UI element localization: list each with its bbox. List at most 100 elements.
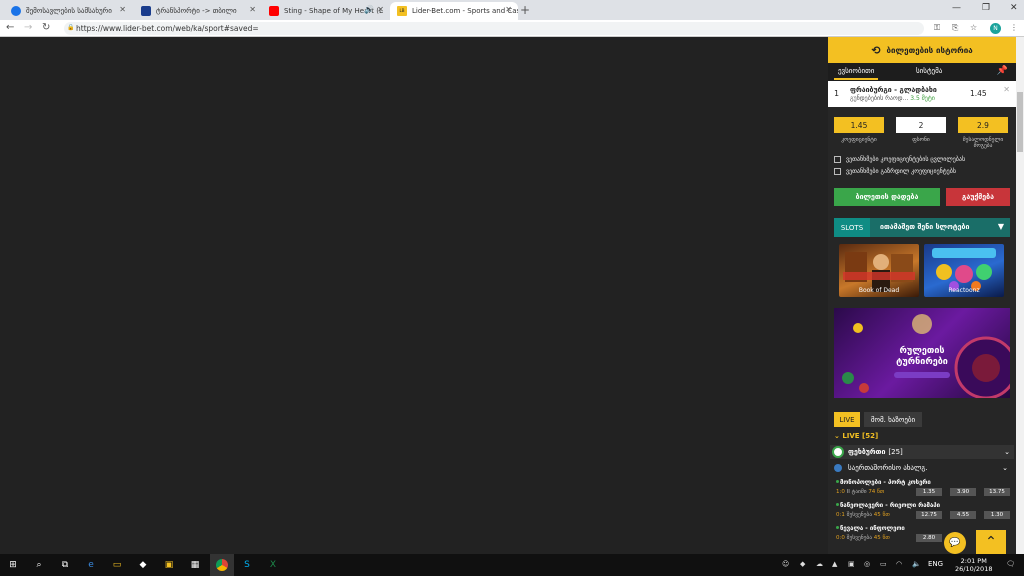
odd-button[interactable]: 4.55 bbox=[950, 511, 976, 519]
place-bet-button[interactable]: ბილეთის დადება bbox=[834, 188, 940, 206]
notification-icon[interactable]: 🗨 bbox=[1006, 560, 1015, 568]
skype-icon[interactable]: S bbox=[240, 558, 254, 572]
address-bar[interactable]: 🔒 https://www.lider-bet.com/web/ka/sport… bbox=[64, 22, 924, 35]
tray-icon[interactable]: ▲ bbox=[832, 560, 837, 568]
live-label: LIVE bbox=[842, 432, 860, 440]
language-indicator[interactable]: ENG bbox=[928, 560, 943, 568]
file-explorer-icon[interactable]: ▭ bbox=[110, 558, 124, 572]
calculator-icon[interactable]: ▦ bbox=[188, 558, 202, 572]
odd-button[interactable]: 1.35 bbox=[916, 488, 942, 496]
close-window-button[interactable]: ✕ bbox=[1010, 3, 1018, 13]
star-icon[interactable]: ☆ bbox=[970, 23, 977, 32]
live-header[interactable]: ⌄ LIVE [52] bbox=[834, 432, 1010, 442]
close-tab-icon[interactable]: ✕ bbox=[249, 5, 256, 14]
app-icon[interactable]: ▣ bbox=[162, 558, 176, 572]
system-clock[interactable]: 2:01 PM 26/10/2018 bbox=[955, 557, 992, 573]
live-dot-icon bbox=[836, 503, 839, 506]
forward-icon[interactable]: → bbox=[24, 22, 32, 33]
search-icon[interactable]: ⌕ bbox=[32, 558, 46, 572]
odd-button[interactable]: 2.80 bbox=[916, 534, 942, 542]
tab-upcoming[interactable]: მომ. ხაზოები bbox=[864, 412, 922, 427]
battery-icon[interactable]: ▭ bbox=[880, 560, 887, 568]
slot-game-tile[interactable]: Book of Dead bbox=[839, 244, 919, 297]
betslip-tabs: ევსიობითი სისტემა 📌 bbox=[828, 63, 1016, 81]
translate-icon[interactable]: ⎘ bbox=[952, 23, 958, 33]
clear-betslip-button[interactable]: გაუქმება bbox=[946, 188, 1010, 206]
lock-icon: 🔒 bbox=[67, 24, 75, 31]
volume-icon[interactable]: 🔈 bbox=[912, 560, 921, 568]
odd-button[interactable]: 1.30 bbox=[984, 511, 1010, 519]
event-period: შესვენება bbox=[846, 512, 873, 518]
odds-label: კოეფიციენტი bbox=[841, 137, 877, 143]
event-score: 0:1 bbox=[836, 512, 845, 518]
menu-icon[interactable]: ⋮ bbox=[1010, 23, 1018, 32]
task-view-icon[interactable]: ⧉ bbox=[58, 558, 72, 572]
scroll-top-button[interactable]: ⌃ bbox=[976, 530, 1006, 554]
remove-bet-icon[interactable]: ✕ bbox=[1003, 85, 1010, 94]
reload-icon[interactable]: ↻ bbox=[42, 22, 50, 33]
event-minute: 74 წთ bbox=[868, 489, 885, 495]
odd-button[interactable]: 13.75 bbox=[984, 488, 1010, 496]
tab-system[interactable]: სისტემა bbox=[916, 67, 942, 75]
restore-button[interactable]: ❐ bbox=[982, 3, 990, 13]
tray-icon[interactable]: ☁ bbox=[816, 560, 823, 568]
chevron-down-icon[interactable]: ⌄ bbox=[1002, 464, 1008, 472]
event-score: 1:0 bbox=[836, 489, 845, 495]
slots-header[interactable]: SLOTS ითამაშეთ შენი სლოტები ▼ bbox=[834, 218, 1010, 237]
edge-icon[interactable]: e bbox=[84, 558, 98, 572]
chevron-down-icon[interactable]: ⌄ bbox=[1004, 448, 1010, 456]
browser-tab[interactable]: Sting - Shape of My Heart (L 🔊 ✕ bbox=[262, 2, 390, 20]
banner-button[interactable] bbox=[894, 372, 950, 378]
close-tab-icon[interactable]: ✕ bbox=[377, 5, 384, 14]
bet-match: ფრაიბურგი - გლადბახი bbox=[850, 86, 937, 94]
app-icon[interactable]: ◆ bbox=[136, 558, 150, 572]
tray-icon[interactable]: ◆ bbox=[800, 560, 805, 568]
browser-tab-active[interactable]: LB Lider-Bet.com - Sports and Casi ✕ bbox=[390, 2, 518, 20]
sport-name: ფეხბურთი bbox=[848, 448, 886, 456]
close-tab-icon[interactable]: ✕ bbox=[119, 5, 126, 14]
minimize-button[interactable]: — bbox=[952, 3, 961, 13]
tab-title: Lider-Bet.com - Sports and Casi bbox=[412, 7, 518, 15]
league-row[interactable]: საერთაშორისო ახალგ. ⌄ bbox=[834, 462, 1014, 474]
chrome-icon[interactable] bbox=[210, 554, 234, 576]
accept-odds-change-label: ვეთანხმები კოეფიციენტების ცვლილებას bbox=[846, 156, 966, 163]
address-text: https://www.lider-bet.com/web/ka/sport#s… bbox=[76, 24, 259, 33]
tab-single[interactable]: ევსიობითი bbox=[833, 67, 879, 80]
wifi-icon[interactable]: ◠ bbox=[896, 560, 902, 568]
chevron-down-icon[interactable]: ▼ bbox=[998, 222, 1004, 231]
sport-row[interactable]: ფეხბურთი [25] ⌄ bbox=[830, 445, 1014, 459]
chat-button[interactable]: 💬 bbox=[944, 532, 966, 554]
football-icon bbox=[832, 446, 844, 458]
accept-odds-change-checkbox[interactable] bbox=[834, 156, 841, 163]
slot-game-tile[interactable]: Reactoonz bbox=[924, 244, 1004, 297]
new-tab-button[interactable]: + bbox=[520, 3, 530, 17]
stake-input[interactable]: 2 bbox=[896, 117, 946, 133]
people-icon[interactable]: ☺ bbox=[782, 560, 789, 568]
windows-start-icon[interactable]: ⊞ bbox=[6, 558, 20, 572]
browser-toolbar: ← → ↻ 🔒 https://www.lider-bet.com/web/ka… bbox=[0, 20, 1024, 37]
back-icon[interactable]: ← bbox=[6, 22, 14, 33]
odd-button[interactable]: 3.90 bbox=[950, 488, 976, 496]
scrollbar-thumb[interactable] bbox=[1017, 92, 1023, 152]
youtube-icon bbox=[269, 6, 279, 16]
odd-button[interactable]: 12.75 bbox=[916, 511, 942, 519]
tray-icon[interactable]: ◎ bbox=[864, 560, 870, 568]
tray-icon[interactable]: ▣ bbox=[848, 560, 855, 568]
history-icon: ⟲ bbox=[871, 43, 881, 57]
pin-icon[interactable]: 📌 bbox=[997, 66, 1008, 76]
site-favicon-icon bbox=[141, 6, 151, 16]
key-icon[interactable]: ⚿ bbox=[934, 23, 940, 33]
accept-higher-odds-checkbox[interactable] bbox=[834, 168, 841, 175]
browser-tab[interactable]: ტრანსპორტი -> თბილი ✕ bbox=[134, 2, 262, 20]
profile-avatar[interactable]: N bbox=[990, 23, 1001, 34]
windows-taskbar: ⊞ ⌕ ⧉ e ▭ ◆ ▣ ▦ S X ☺ ◆ ☁ ▲ ▣ ◎ ▭ ◠ 🔈 EN… bbox=[0, 554, 1024, 576]
tab-live[interactable]: LIVE bbox=[834, 412, 860, 427]
browser-tab[interactable]: შემოსავლების სამსახური ✕ bbox=[4, 2, 132, 20]
close-tab-icon[interactable]: ✕ bbox=[505, 5, 512, 14]
bet-item: 1 ფრაიბურგი - გლადბახი გუნდებების რაოდ..… bbox=[828, 81, 1016, 107]
league-name: საერთაშორისო ახალგ. bbox=[848, 464, 928, 472]
bet-history-button[interactable]: ⟲ ბილეთების ისტორია bbox=[828, 37, 1016, 63]
excel-icon[interactable]: X bbox=[266, 558, 280, 572]
speaker-icon[interactable]: 🔊 bbox=[364, 5, 374, 14]
roulette-tournament-banner[interactable]: რულეთის ტურნირები bbox=[834, 308, 1010, 398]
